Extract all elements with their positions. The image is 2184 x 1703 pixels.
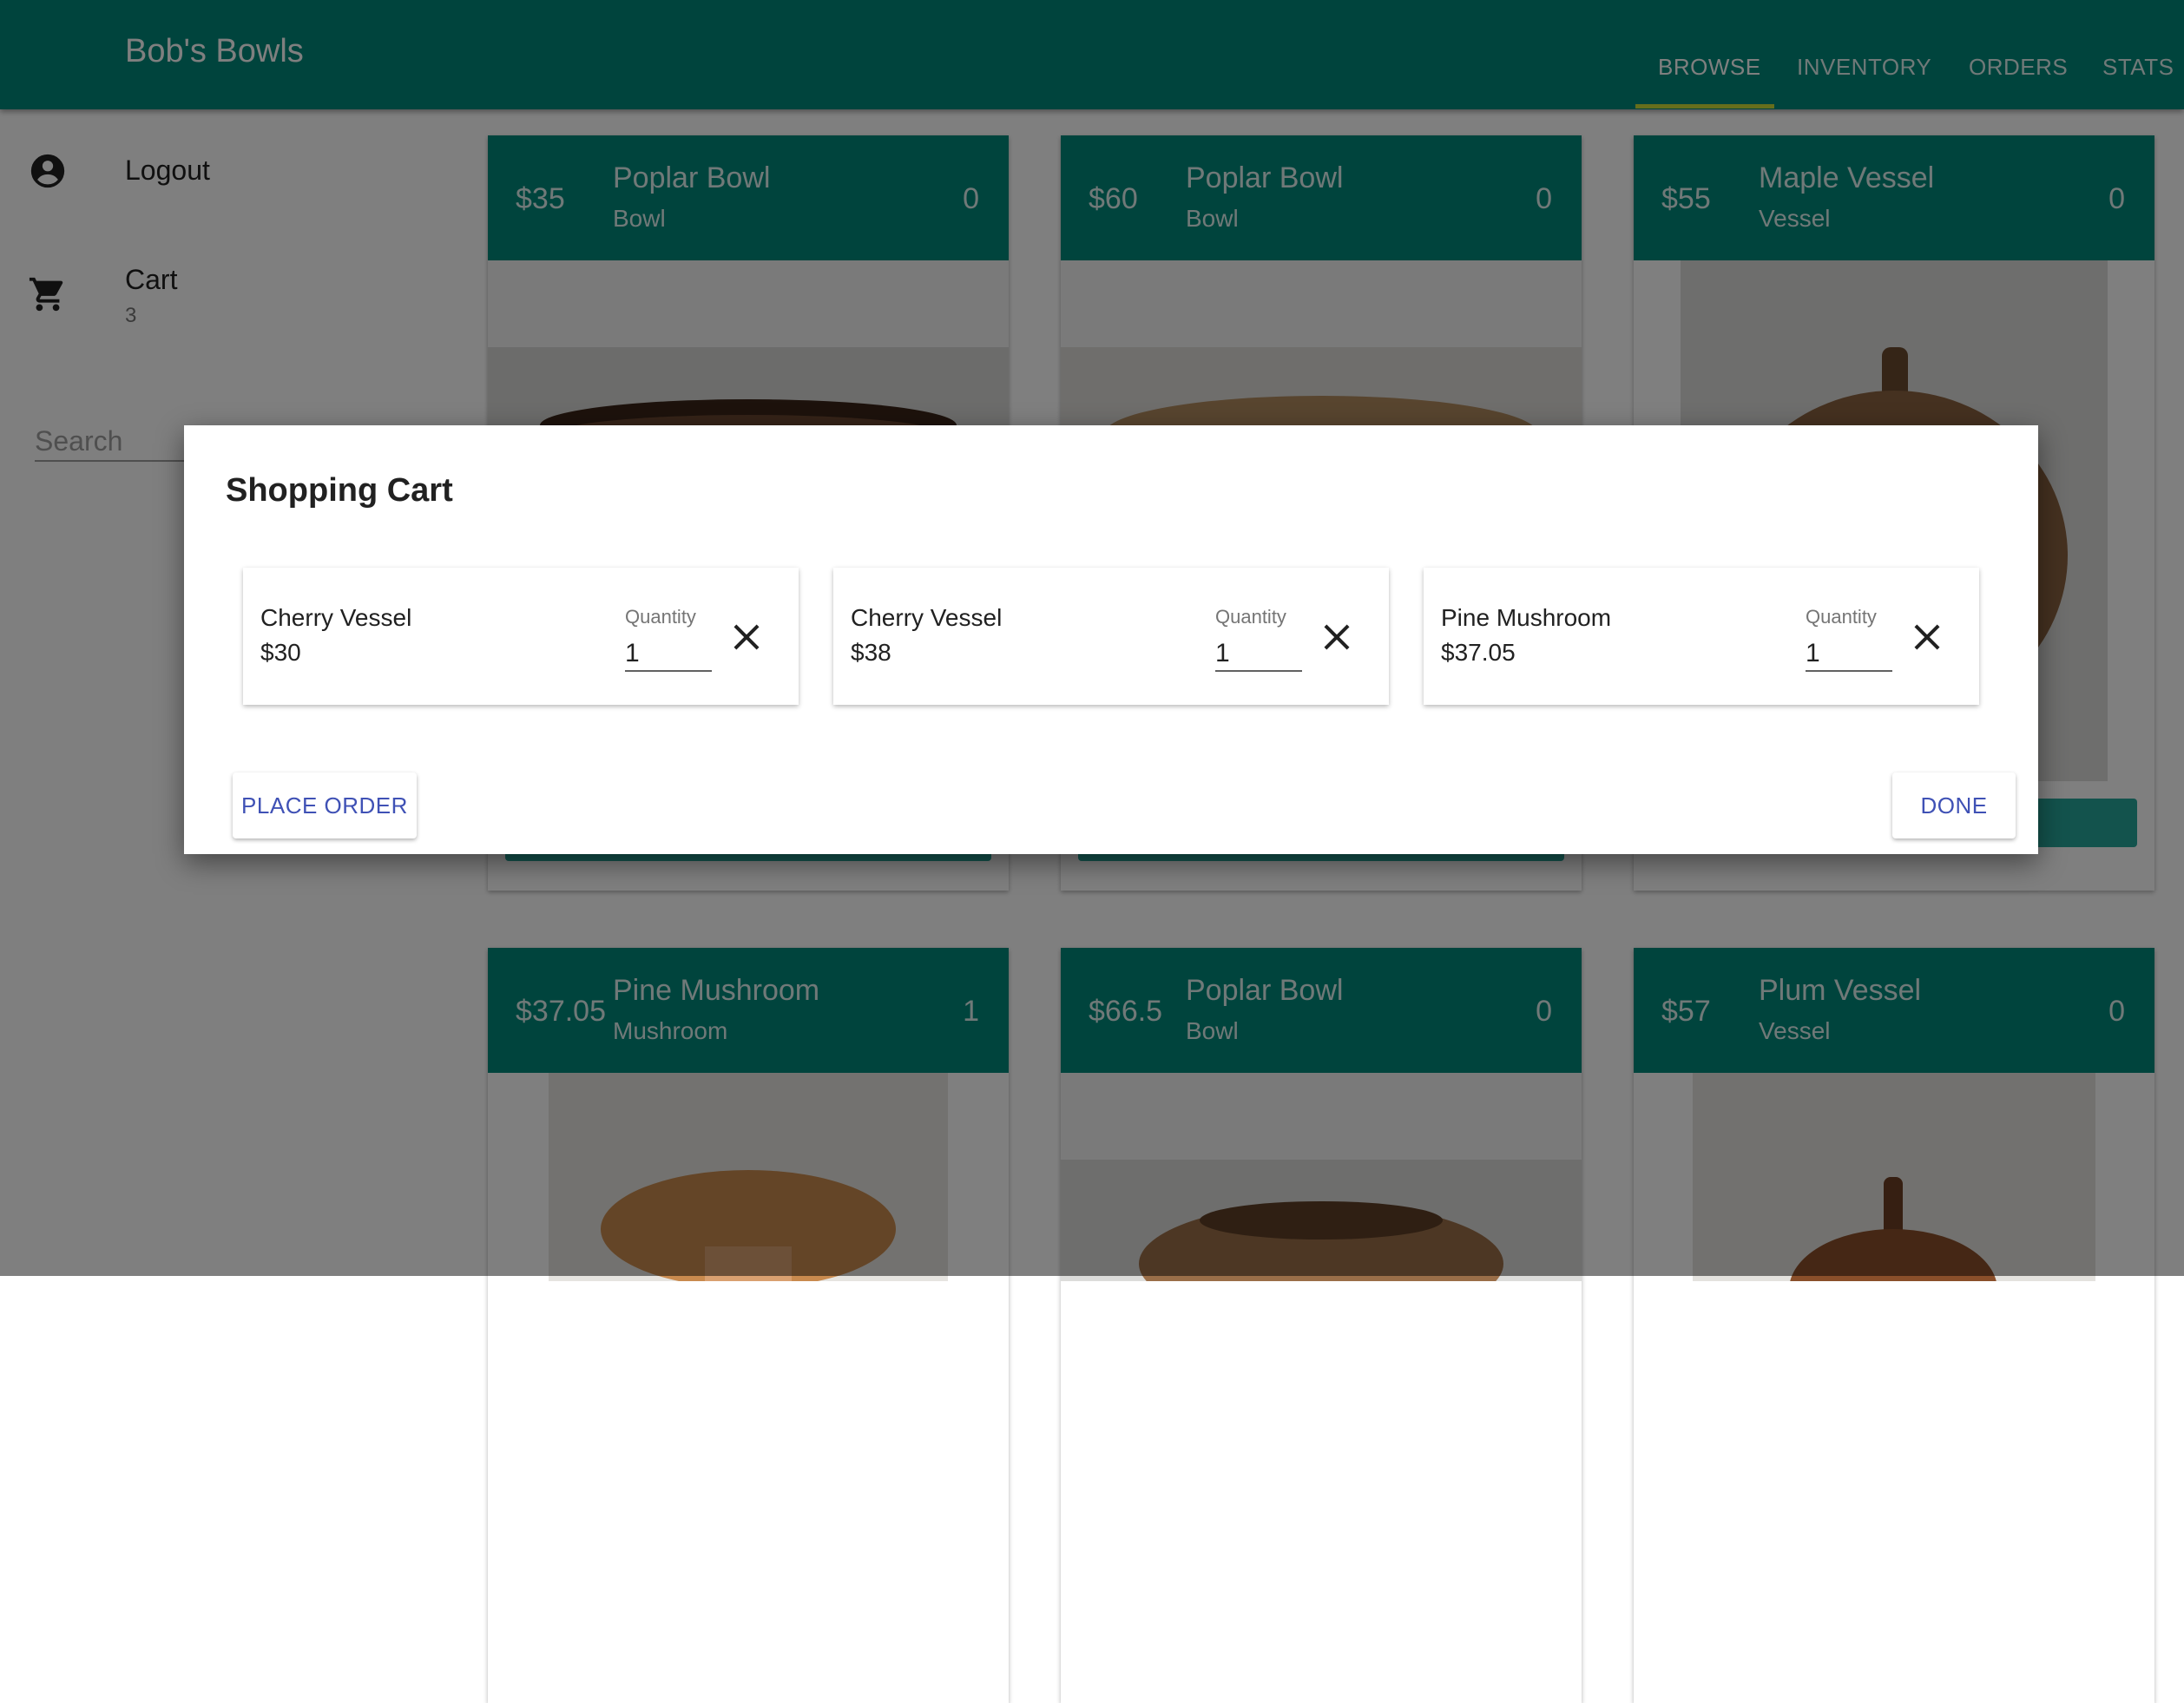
cart-item: Cherry Vessel $30 Quantity: [243, 568, 799, 705]
done-button[interactable]: DONE: [1892, 773, 2016, 838]
cart-item: Pine Mushroom $37.05 Quantity: [1424, 568, 1979, 705]
shopping-cart-dialog: Shopping Cart Cherry Vessel $30 Quantity…: [184, 425, 2038, 854]
close-icon[interactable]: [729, 620, 764, 654]
cart-item-name: Cherry Vessel: [851, 604, 1003, 631]
close-icon[interactable]: [1910, 620, 1944, 654]
quantity-input[interactable]: [1806, 637, 1892, 672]
quantity-label: Quantity: [1806, 606, 1877, 628]
cart-item-price: $37.05: [1441, 639, 1516, 666]
quantity-input[interactable]: [1215, 637, 1302, 672]
close-icon[interactable]: [1319, 620, 1354, 654]
cart-item: Cherry Vessel $38 Quantity: [833, 568, 1389, 705]
cart-item-name: Cherry Vessel: [260, 604, 412, 631]
dialog-title: Shopping Cart: [226, 472, 453, 509]
cart-item-name: Pine Mushroom: [1441, 604, 1612, 631]
quantity-label: Quantity: [1215, 606, 1286, 628]
cart-item-price: $38: [851, 639, 891, 666]
cart-item-price: $30: [260, 639, 301, 666]
quantity-label: Quantity: [625, 606, 696, 628]
quantity-input[interactable]: [625, 637, 712, 672]
place-order-button[interactable]: PLACE ORDER: [233, 773, 417, 838]
